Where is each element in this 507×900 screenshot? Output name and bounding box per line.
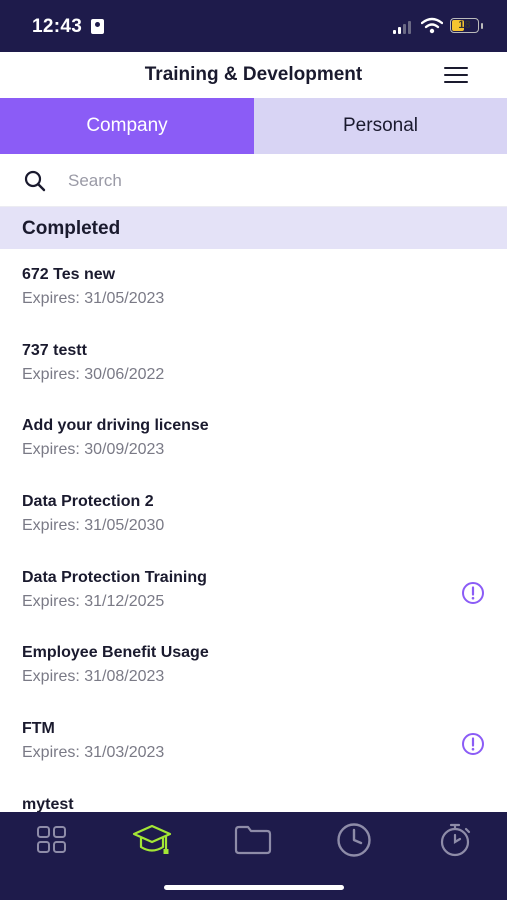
battery-cap <box>481 23 483 29</box>
list-item[interactable]: mytest <box>0 779 507 812</box>
page-title: Training & Development <box>144 64 363 85</box>
grid-icon <box>37 826 66 853</box>
nav-documents[interactable] <box>228 822 278 858</box>
list-item[interactable]: Data Protection Training Expires: 31/12/… <box>0 552 507 628</box>
item-expiry: Expires: 31/05/2023 <box>22 290 165 307</box>
nav-timer[interactable] <box>431 822 481 858</box>
battery-icon: 18 <box>450 18 479 33</box>
nav-training[interactable] <box>127 822 177 858</box>
battery-percentage: 18 <box>458 19 471 31</box>
list-item[interactable]: 737 testt Expires: 30/06/2022 <box>0 325 507 401</box>
bottom-nav <box>0 812 507 900</box>
nav-timesheets[interactable] <box>329 822 379 858</box>
tab-company[interactable]: Company <box>0 98 254 154</box>
list-item[interactable]: FTM Expires: 31/03/2023 <box>0 703 507 779</box>
tab-bar-top: Company Personal <box>0 98 507 154</box>
list-item[interactable]: Add your driving license Expires: 30/09/… <box>0 400 507 476</box>
training-list: 672 Tes new Expires: 31/05/2023 737 test… <box>0 249 507 812</box>
item-name: mytest <box>22 795 74 812</box>
cellular-signal-icon <box>393 21 411 34</box>
item-expiry: Expires: 31/05/2030 <box>22 517 165 535</box>
status-time: 12:43 <box>32 16 83 37</box>
search-icon <box>24 170 46 192</box>
list-item[interactable]: Data Protection 2 Expires: 31/05/2030 <box>0 476 507 552</box>
item-name: 737 testt <box>22 341 87 359</box>
app-header: Training & Development <box>0 52 507 99</box>
section-header: Completed <box>0 207 507 249</box>
graduation-cap-icon <box>132 824 172 854</box>
list-item[interactable]: Employee Benefit Usage Expires: 31/08/20… <box>0 627 507 703</box>
item-name: Add your driving license <box>22 417 209 435</box>
alert-icon[interactable] <box>461 581 485 605</box>
section-title-completed: Completed <box>22 218 121 239</box>
alert-icon[interactable] <box>461 732 485 756</box>
tab-personal[interactable]: Personal <box>254 98 507 154</box>
list-item[interactable]: 672 Tes new Expires: 31/05/2023 <box>0 249 507 325</box>
hamburger-menu-icon[interactable] <box>444 67 470 85</box>
item-expiry: Expires: 31/08/2023 <box>22 668 165 686</box>
clock-icon <box>337 823 371 857</box>
nav-dashboard[interactable] <box>27 822 77 858</box>
search-bar <box>0 154 507 207</box>
stopwatch-icon <box>440 823 471 857</box>
item-name: 672 Tes new <box>22 266 116 283</box>
status-bar: 12:43 18 <box>0 0 507 52</box>
item-expiry: Expires: 30/09/2023 <box>22 441 165 459</box>
id-card-icon <box>91 19 104 34</box>
item-expiry: Expires: 30/06/2022 <box>22 365 165 383</box>
home-indicator[interactable] <box>164 885 344 890</box>
item-name: FTM <box>22 720 55 738</box>
item-expiry: Expires: 31/03/2023 <box>22 744 165 762</box>
item-name: Data Protection Training <box>22 568 207 586</box>
item-name: Data Protection 2 <box>22 493 154 511</box>
search-input[interactable] <box>66 167 470 195</box>
wifi-icon <box>421 17 443 34</box>
item-name: Employee Benefit Usage <box>22 644 209 662</box>
folder-icon <box>234 825 272 855</box>
item-expiry: Expires: 31/12/2025 <box>22 592 165 610</box>
